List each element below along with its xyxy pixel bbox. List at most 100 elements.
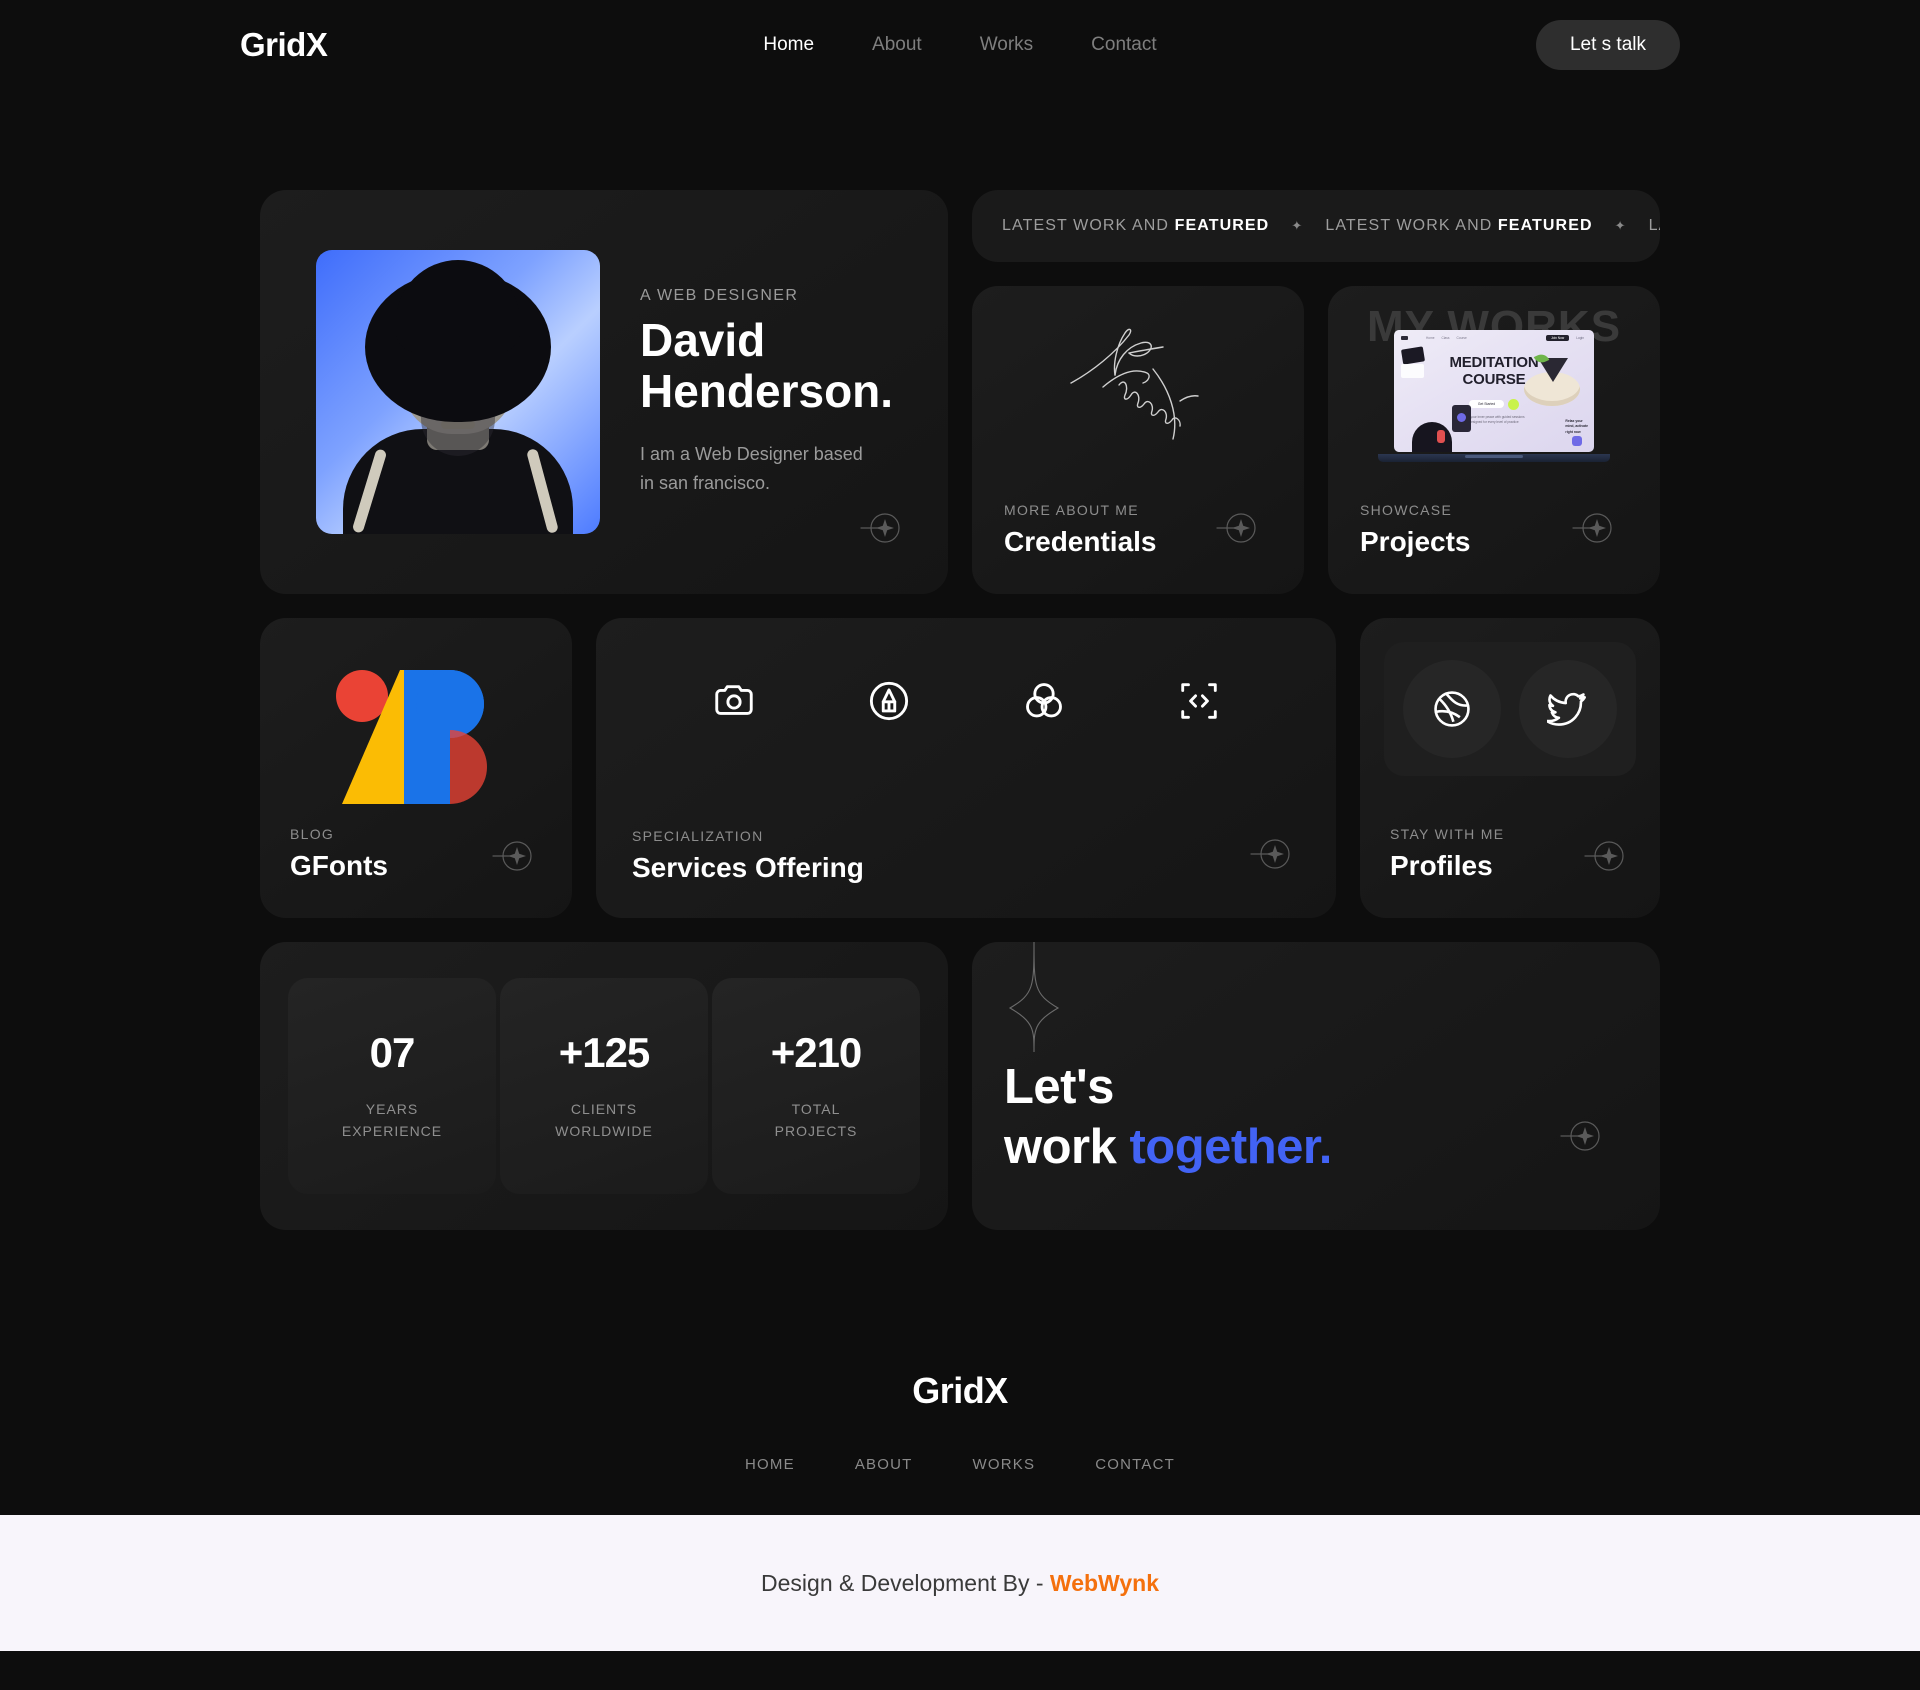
social-icons-box (1384, 642, 1636, 776)
marquee-text: LATEST WORK AND (1002, 217, 1175, 234)
nav-link-about[interactable]: About (872, 34, 922, 56)
brand-logo[interactable]: GridX (240, 26, 328, 64)
marquee-item: LATEST WORK AND FEATURED (1325, 217, 1592, 235)
laptop-mockup: Home Class Course Join Now Login MEDITAT… (1378, 330, 1610, 462)
mock-side-text: Relax your mind, activate right now (1565, 419, 1588, 436)
lets-work-together-card[interactable]: Let's work together. (972, 942, 1660, 1230)
arrow-sparkle-icon[interactable] (1248, 830, 1296, 878)
tall-sparkle-icon (1008, 942, 1060, 1052)
credentials-footer: MORE ABOUT ME Credentials (1004, 502, 1157, 558)
nav-link-works[interactable]: Works (980, 34, 1033, 56)
pen-nib-icon (869, 681, 908, 721)
arrow-sparkle-icon[interactable] (858, 504, 906, 552)
stat-label-l2: EXPERIENCE (341, 1123, 443, 1139)
footer-link-home[interactable]: HOME (745, 1456, 795, 1473)
gfonts-label: BLOG (290, 826, 335, 842)
arrow-sparkle-icon[interactable] (1570, 504, 1618, 552)
cta-line1: Let's (1004, 1060, 1114, 1115)
bento-grid: A WEB DESIGNER David Henderson. I am a W… (260, 190, 1660, 1230)
arrow-sparkle-icon[interactable] (1558, 1112, 1606, 1160)
credentials-card[interactable]: MORE ABOUT ME Credentials (972, 286, 1304, 594)
nav-link-contact[interactable]: Contact (1091, 34, 1156, 56)
footer-link-about[interactable]: ABOUT (855, 1456, 913, 1473)
signature-area (972, 286, 1304, 476)
hero-name-line1: David (640, 313, 766, 366)
stat-total-projects: +210 TOTAL PROJECTS (712, 978, 920, 1194)
twitter-button[interactable] (1519, 660, 1617, 758)
stat-label-l2: WORLDWIDE (555, 1123, 653, 1139)
credentials-title: Credentials (1004, 526, 1157, 557)
credit-bar: Design & Development By - WebWynk (0, 1515, 1920, 1651)
profiles-card[interactable]: STAY WITH ME Profiles (1360, 618, 1660, 918)
gfonts-footer: BLOG GFonts (290, 826, 388, 882)
site-footer: GridX HOME ABOUT WORKS CONTACT (0, 1370, 1920, 1515)
stat-clients-worldwide: +125 CLIENTS WORLDWIDE (500, 978, 708, 1194)
footer-link-works[interactable]: WORKS (973, 1456, 1036, 1473)
profiles-label: STAY WITH ME (1390, 826, 1505, 842)
stat-value: +125 (558, 1029, 651, 1077)
profiles-title: Profiles (1390, 850, 1493, 881)
stat-label: YEARS EXPERIENCE (342, 1099, 442, 1142)
credit-prefix: Design & Development By - (761, 1569, 1050, 1596)
code-frame-icon (1180, 683, 1217, 719)
stat-label-l1: CLIENTS (570, 1101, 638, 1118)
mock-side-l3: right now (1565, 430, 1581, 435)
mock-topbar: Home Class Course Join Now Login (1401, 335, 1587, 341)
mock-side-l1: Relax your (1565, 418, 1583, 423)
profiles-footer: STAY WITH ME Profiles (1390, 826, 1504, 882)
marquee-text: LATEST WORK AND (1325, 217, 1498, 234)
hero-description: I am a Web Designer based in san francis… (640, 440, 893, 498)
profile-photo (316, 250, 600, 534)
marquee-item: LATEST WORK AND FEATURED (1002, 217, 1269, 235)
stat-years-experience: 07 YEARS EXPERIENCE (288, 978, 496, 1194)
mock-sub-l1: Find your inner peace with guided sessio… (1463, 414, 1525, 419)
cta-line2-plain: work (1004, 1120, 1130, 1175)
play-button-icon (1508, 398, 1520, 410)
mock-login: Login (1576, 336, 1584, 340)
stat-label: CLIENTS WORLDWIDE (555, 1099, 653, 1142)
service-icon-row (596, 618, 1336, 724)
stat-label-l2: PROJECTS (774, 1123, 858, 1139)
sparkle-separator-icon: ✦ (1614, 218, 1627, 233)
grid-row-1: A WEB DESIGNER David Henderson. I am a W… (260, 190, 1660, 594)
mock-get-started: Get Started (1468, 400, 1505, 409)
two-mini-cards: MORE ABOUT ME Credentials MY WORKS Home … (972, 286, 1660, 594)
marquee-bold: FEATURED (1174, 217, 1270, 234)
services-label: SPECIALIZATION (632, 828, 764, 844)
mock-cta-pill: Join Now (1546, 335, 1570, 341)
credit-brand-link[interactable]: WebWynk (1050, 1570, 1159, 1596)
projects-footer: SHOWCASE Projects (1360, 502, 1471, 558)
arrow-sparkle-icon[interactable] (1582, 832, 1630, 880)
laptop-screen: Home Class Course Join Now Login MEDITAT… (1394, 330, 1594, 452)
dribbble-button[interactable] (1403, 660, 1501, 758)
mock-nav-item: Home (1426, 336, 1435, 340)
camera-icon (714, 685, 753, 715)
footer-link-contact[interactable]: CONTACT (1095, 1456, 1175, 1473)
services-card[interactable]: SPECIALIZATION Services Offering (596, 618, 1336, 918)
stat-value: 07 (369, 1029, 416, 1077)
twitter-icon (1547, 692, 1586, 726)
cta-headline: Let's work together. (1004, 1058, 1332, 1178)
arrow-sparkle-icon[interactable] (490, 832, 538, 880)
mock-side-l2: mind, activate (1565, 424, 1588, 429)
laptop-base (1378, 454, 1610, 462)
marquee-banner: LATEST WORK AND FEATURED ✦ LATEST WORK A… (972, 190, 1660, 262)
nav-link-home[interactable]: Home (763, 34, 814, 56)
stat-label-l1: TOTAL (791, 1101, 841, 1118)
projects-card[interactable]: MY WORKS Home Class Course Join Now Logi… (1328, 286, 1660, 594)
gfonts-card[interactable]: BLOG GFonts (260, 618, 572, 918)
credit-text: Design & Development By - WebWynk (761, 1570, 1159, 1597)
footer-logo[interactable]: GridX (0, 1370, 1920, 1412)
grid-row-2: BLOG GFonts SPECIALIZATION Services Offe… (260, 618, 1660, 918)
lets-talk-button[interactable]: Let s talk (1535, 20, 1680, 70)
mock-nav-item: Class (1441, 336, 1450, 340)
page-root: GridX Home About Works Contact Let s tal… (0, 0, 1920, 1690)
marquee-item: LATEST WORK AN (1649, 217, 1660, 235)
arrow-sparkle-icon[interactable] (1214, 504, 1262, 552)
hero-name-line2: Henderson. (640, 365, 894, 418)
credentials-label: MORE ABOUT ME (1004, 502, 1139, 518)
services-title: Services Offering (632, 852, 864, 883)
grid-row-3: 07 YEARS EXPERIENCE +125 CLIENTS WORLDWI… (260, 942, 1660, 1230)
hero-card[interactable]: A WEB DESIGNER David Henderson. I am a W… (260, 190, 948, 594)
stat-label-l1: YEARS (365, 1101, 419, 1118)
